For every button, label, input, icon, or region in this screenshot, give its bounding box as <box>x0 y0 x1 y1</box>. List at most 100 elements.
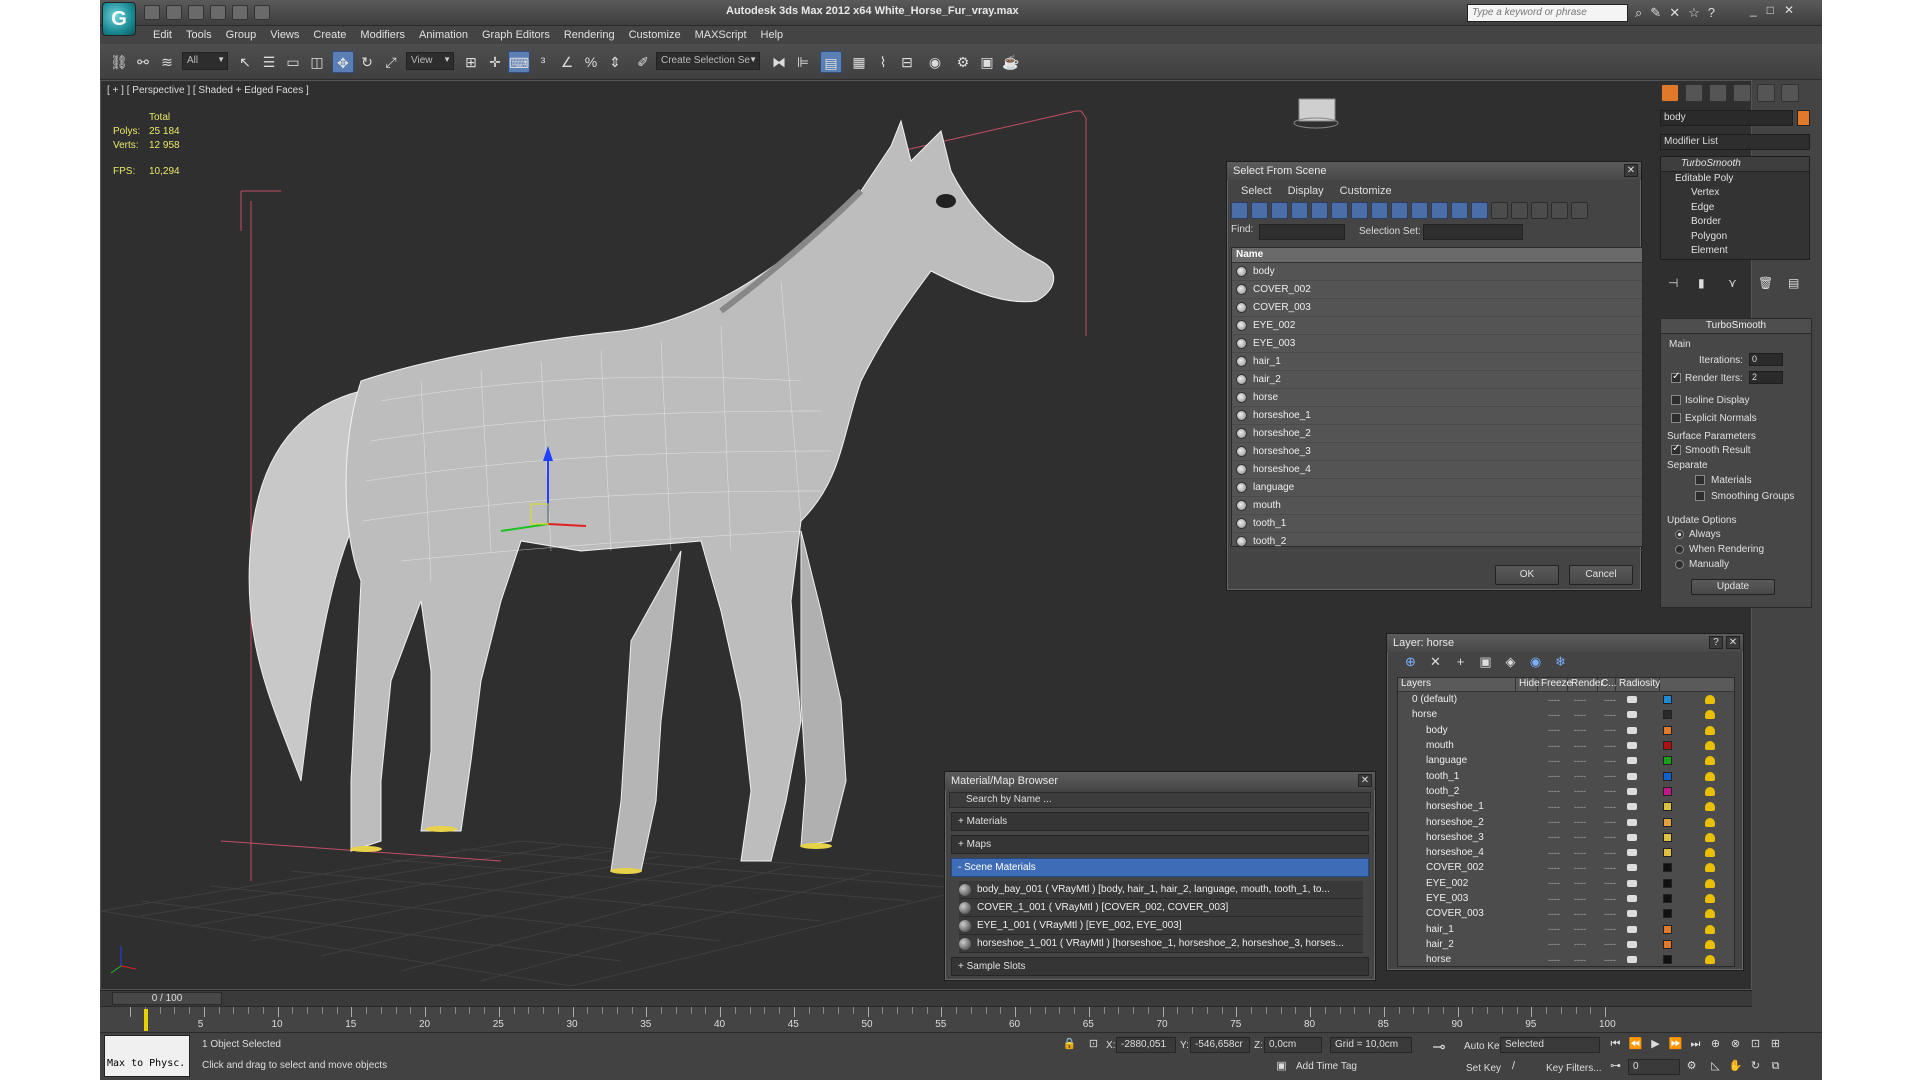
render-setup-icon[interactable]: ⚙ <box>952 51 974 73</box>
freeze-toggle[interactable]: ---- <box>1574 725 1586 735</box>
pan-view-icon[interactable]: ✋ <box>1728 1059 1743 1073</box>
render-toggle[interactable]: ---- <box>1604 802 1616 812</box>
update-button[interactable]: Update <box>1691 579 1775 595</box>
cancel-button[interactable]: Cancel <box>1569 565 1633 585</box>
select-by-name-icon[interactable]: ☰ <box>258 51 280 73</box>
render-teapot-icon[interactable] <box>1627 925 1637 933</box>
render-toggle[interactable]: ---- <box>1604 955 1616 965</box>
freeze-toggle[interactable]: ---- <box>1574 955 1586 965</box>
render-teapot-icon[interactable] <box>1627 849 1637 857</box>
unlink-icon[interactable]: ⚯ <box>132 51 154 73</box>
hide-toggle[interactable]: ---- <box>1548 756 1560 766</box>
configure-modifier-sets-icon[interactable]: ▤ <box>1788 276 1802 290</box>
scene-object-row[interactable]: language <box>1232 479 1642 497</box>
zoom-icon[interactable]: ⊕ <box>1708 1037 1723 1051</box>
layer-color-swatch[interactable] <box>1663 725 1672 735</box>
display-lights-icon[interactable] <box>1271 202 1288 219</box>
sfs-menu-customize[interactable]: Customize <box>1340 185 1392 197</box>
update-manually-radio[interactable] <box>1675 560 1684 569</box>
pin-stack-icon[interactable]: ⊣ <box>1668 276 1682 290</box>
hide-toggle[interactable]: ---- <box>1548 878 1560 888</box>
scene-material-row[interactable]: body_bay_001 ( VRayMtl ) [body, hair_1, … <box>959 881 1363 899</box>
radiosity-icon[interactable] <box>1705 955 1715 965</box>
radiosity-icon[interactable] <box>1705 878 1715 888</box>
render-teapot-icon[interactable] <box>1627 803 1637 811</box>
layer-row[interactable]: body ---- ---- ---- <box>1398 723 1734 738</box>
display-all-icon[interactable] <box>1471 202 1488 219</box>
create-tab-icon[interactable] <box>1661 84 1679 102</box>
scene-object-row[interactable]: COVER_003 <box>1232 299 1642 317</box>
goto-start-icon[interactable]: ⏮ <box>1608 1037 1623 1051</box>
radiosity-icon[interactable] <box>1705 832 1715 842</box>
radiosity-icon[interactable] <box>1705 695 1715 705</box>
display-groups-icon[interactable] <box>1351 202 1368 219</box>
stack-border[interactable]: Border <box>1661 215 1809 230</box>
y-coordinate-field[interactable]: -546,658cr <box>1190 1037 1250 1053</box>
render-teapot-icon[interactable] <box>1627 772 1637 780</box>
layer-column-1[interactable]: Hide <box>1516 678 1540 691</box>
select-and-move-icon[interactable]: ✥ <box>332 51 354 73</box>
material-editor-icon[interactable]: ◉ <box>924 51 946 73</box>
layer-row[interactable]: hair_2 ---- ---- ---- <box>1398 937 1734 952</box>
menu-edit[interactable]: Edit <box>146 26 179 44</box>
hide-toggle[interactable]: ---- <box>1548 695 1560 705</box>
layer-row[interactable]: language ---- ---- ---- <box>1398 753 1734 768</box>
layer-color-swatch[interactable] <box>1663 909 1672 919</box>
layer-row[interactable]: hair_1 ---- ---- ---- <box>1398 921 1734 936</box>
render-toggle[interactable]: ---- <box>1604 741 1616 751</box>
previous-frame-icon[interactable]: ⏪ <box>1628 1037 1643 1051</box>
radiosity-icon[interactable] <box>1705 771 1715 781</box>
help-icon[interactable]: ? <box>1708 5 1715 21</box>
render-teapot-icon[interactable] <box>1627 956 1637 964</box>
hide-toggle[interactable]: ---- <box>1548 771 1560 781</box>
render-toggle[interactable]: ---- <box>1604 832 1616 842</box>
layer-row[interactable]: horseshoe_2 ---- ---- ---- <box>1398 814 1734 829</box>
display-hidden-icon[interactable] <box>1451 202 1468 219</box>
materials-section[interactable]: + Materials <box>951 812 1369 831</box>
hide-toggle[interactable]: ---- <box>1548 848 1560 858</box>
close-button[interactable]: ✕ <box>1784 3 1794 17</box>
layer-color-swatch[interactable] <box>1663 894 1672 903</box>
key-mode-toggle-icon[interactable]: ⊶ <box>1608 1059 1623 1073</box>
layer-color-swatch[interactable] <box>1663 955 1672 965</box>
separate-smoothing-groups-checkbox[interactable] <box>1695 491 1705 501</box>
radiosity-icon[interactable] <box>1705 894 1715 903</box>
radiosity-icon[interactable] <box>1705 939 1715 949</box>
link-icon[interactable]: ⛓ <box>108 51 130 73</box>
menu-maxscript[interactable]: MAXScript <box>688 26 754 44</box>
display-helpers-icon[interactable] <box>1311 202 1328 219</box>
hierarchy-tab-icon[interactable] <box>1709 84 1727 102</box>
favorites-icon[interactable]: ☆ <box>1688 5 1700 21</box>
layer-color-swatch[interactable] <box>1663 832 1672 842</box>
iterations-spinner[interactable]: 0 <box>1749 353 1783 366</box>
hide-toggle[interactable]: ---- <box>1548 939 1560 949</box>
display-tab-icon[interactable] <box>1757 84 1775 102</box>
ok-button[interactable]: OK <box>1495 565 1559 585</box>
spinner-snap-icon[interactable]: ⇕ <box>604 51 626 73</box>
hide-toggle[interactable]: ---- <box>1548 725 1560 735</box>
stack-turbosmooth[interactable]: TurboSmooth <box>1661 157 1809 172</box>
time-cursor[interactable] <box>144 1009 148 1031</box>
select-manipulate-icon[interactable]: ✛ <box>484 51 506 73</box>
render-toggle[interactable]: ---- <box>1604 817 1616 827</box>
render-toggle[interactable]: ---- <box>1604 939 1616 949</box>
layer-column-5[interactable]: Radiosity <box>1616 678 1660 691</box>
save-file-icon[interactable] <box>188 5 204 20</box>
layer-color-swatch[interactable] <box>1663 786 1672 796</box>
time-configuration-icon[interactable]: ⚙ <box>1684 1059 1699 1073</box>
freeze-toggle[interactable]: ---- <box>1574 786 1586 796</box>
render-toggle[interactable]: ---- <box>1604 786 1616 796</box>
display-frozen-icon[interactable] <box>1431 202 1448 219</box>
layer-color-swatch[interactable] <box>1663 863 1672 873</box>
scene-object-row[interactable]: horseshoe_1 <box>1232 407 1642 425</box>
maximize-viewport-icon[interactable]: ⧉ <box>1768 1059 1783 1073</box>
filter-icon[interactable] <box>1551 202 1568 219</box>
render-toggle[interactable]: ---- <box>1604 710 1616 720</box>
find-input[interactable] <box>1259 224 1345 240</box>
close-icon[interactable]: ✕ <box>1358 774 1372 787</box>
scene-object-row[interactable]: COVER_002 <box>1232 281 1642 299</box>
layer-color-swatch[interactable] <box>1663 710 1672 720</box>
object-color-swatch[interactable] <box>1797 110 1810 126</box>
render-toggle[interactable]: ---- <box>1604 863 1616 873</box>
freeze-toggle[interactable]: ---- <box>1574 863 1586 873</box>
